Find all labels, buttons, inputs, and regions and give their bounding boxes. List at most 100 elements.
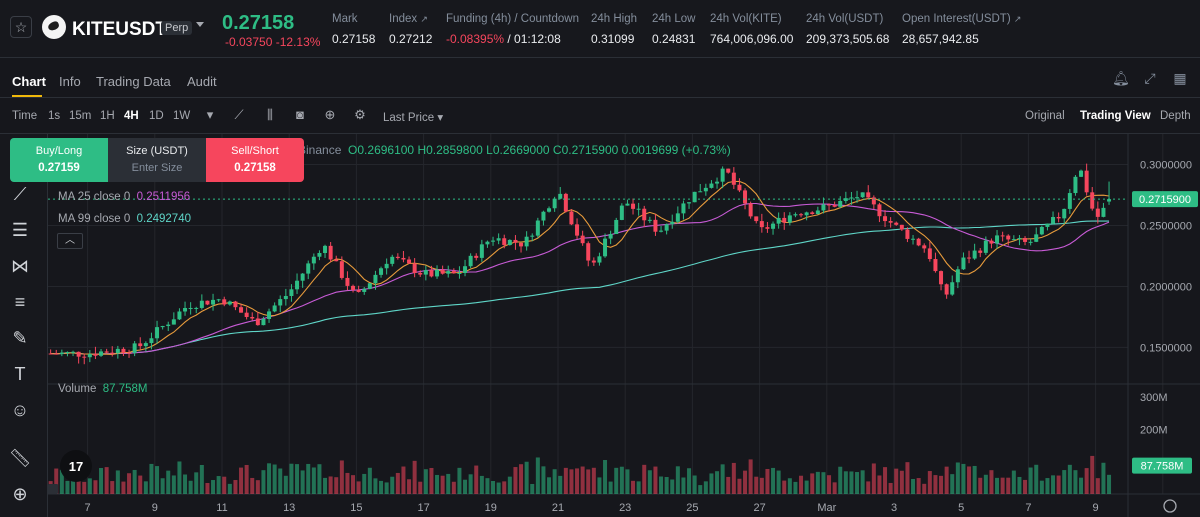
alert-bell-icon[interactable]: 🔔︎ — [1112, 70, 1130, 86]
candle-body — [474, 255, 479, 258]
volume-bar — [1107, 474, 1112, 494]
stat-24h-low: 24h Low 0.24831 — [652, 13, 696, 46]
date-axis-label: 9 — [1093, 502, 1099, 514]
view-original[interactable]: Original — [1025, 110, 1065, 122]
trend-line-tool-icon[interactable]: ⟋ — [8, 182, 32, 206]
candle-type-icon[interactable]: ⫼ — [263, 108, 277, 122]
ruler-tool-icon[interactable]: 📏︎ — [8, 446, 32, 470]
candle-body — [569, 211, 574, 225]
volume-bar — [188, 480, 193, 494]
candle-body — [838, 200, 843, 207]
candle-body — [849, 197, 854, 199]
interval-1h[interactable]: 1H — [100, 110, 115, 122]
candle-body — [367, 283, 372, 289]
buy-long-button[interactable]: Buy/Long 0.27159 — [10, 138, 108, 182]
candle-body — [115, 348, 120, 354]
tab-info[interactable]: Info — [59, 74, 81, 89]
camera-icon[interactable]: ◙ — [293, 108, 307, 122]
collapse-legend-chevron-icon[interactable]: ︿ — [57, 233, 83, 249]
stat-mark: Mark 0.27158 — [332, 13, 376, 46]
volume-bar — [440, 475, 445, 494]
volume-bar — [1051, 475, 1056, 494]
stat-open-interest[interactable]: Open Interest(USDT) ↗ 28,657,942.85 — [902, 13, 1021, 46]
interval-1s[interactable]: 1s — [48, 110, 60, 122]
volume-bar — [586, 469, 591, 494]
text-tool-icon[interactable]: T — [8, 362, 32, 386]
candle-body — [955, 269, 960, 283]
volume-bar — [407, 479, 412, 494]
volume-bar — [967, 466, 972, 494]
date-axis-label: 17 — [417, 502, 429, 514]
volume-bar — [457, 467, 462, 494]
interval-4h[interactable]: 4H — [124, 110, 139, 122]
favorite-star-icon[interactable]: ☆ — [10, 16, 32, 38]
view-trading-view[interactable]: Trading View — [1080, 110, 1151, 122]
candle-body — [188, 307, 193, 309]
volume-bar — [810, 473, 815, 494]
candle-body — [261, 318, 266, 326]
brush-tool-icon[interactable]: ✎ — [8, 326, 32, 350]
view-depth[interactable]: Depth — [1160, 110, 1191, 122]
tab-audit[interactable]: Audit — [187, 74, 217, 89]
candle-body — [446, 271, 451, 274]
candle-body — [558, 193, 563, 199]
settings-gear-icon[interactable]: ⚙ — [353, 108, 367, 122]
volume-bar — [507, 476, 512, 494]
size-input[interactable]: Size (USDT) Enter Size — [108, 138, 206, 182]
fullscreen-icon[interactable]: ⤢ — [1142, 70, 1158, 86]
tab-trading-data[interactable]: Trading Data — [96, 74, 171, 89]
volume-bar — [87, 478, 92, 494]
interval-dropdown-chevron-icon[interactable]: ▾ — [203, 108, 217, 122]
quick-order-panel: Buy/Long 0.27159 Size (USDT) Enter Size Se… — [10, 138, 304, 182]
volume-bar — [922, 483, 927, 494]
volume-bar — [295, 464, 300, 494]
candle-body — [227, 301, 232, 305]
volume-bar — [1056, 475, 1061, 494]
price-type-select[interactable]: Last Price ▾ — [383, 110, 443, 124]
volume-bar — [110, 481, 115, 494]
candle-body — [636, 208, 641, 210]
volume-bar — [1073, 470, 1078, 494]
fib-tool-icon[interactable]: ≡ — [8, 290, 32, 314]
volume-bar — [1017, 476, 1022, 494]
volume-bar — [838, 466, 843, 494]
candle-body — [927, 248, 932, 260]
candle-body — [748, 203, 753, 217]
stat-index[interactable]: Index ↗ 0.27212 — [389, 13, 432, 46]
date-axis-label: 19 — [485, 502, 497, 514]
sell-short-button[interactable]: Sell/Short 0.27158 — [206, 138, 304, 182]
volume-bar — [93, 480, 98, 494]
emoji-tool-icon[interactable]: ☺ — [8, 398, 32, 422]
volume-bar — [860, 470, 865, 494]
pattern-tool-icon[interactable]: ⋈ — [8, 254, 32, 278]
interval-1w[interactable]: 1W — [173, 110, 190, 122]
volume-bar — [143, 481, 148, 494]
grid-layout-icon[interactable]: ▦ — [1172, 70, 1188, 86]
add-indicator-icon[interactable]: ⊕ — [323, 108, 337, 122]
indicator-line-icon[interactable]: ⟋ — [232, 108, 246, 122]
candle-body — [468, 255, 473, 267]
volume-bar — [983, 474, 988, 494]
horizontal-lines-tool-icon[interactable]: ☰ — [8, 218, 32, 242]
interval-15m[interactable]: 15m — [69, 110, 91, 122]
tab-chart[interactable]: Chart — [12, 74, 46, 89]
volume-bar — [1090, 455, 1095, 494]
candle-body — [222, 299, 227, 305]
candle-body — [653, 219, 658, 232]
candle-body — [373, 274, 378, 284]
volume-bar — [821, 472, 826, 494]
candle-body — [317, 253, 322, 257]
symbol-name[interactable]: KITEUSDT — [72, 19, 167, 41]
volume-bar — [692, 475, 697, 494]
interval-1d[interactable]: 1D — [149, 110, 164, 122]
candle-body — [351, 285, 356, 290]
volume-bar — [317, 464, 322, 494]
candle-body — [82, 356, 87, 358]
zoom-in-tool-icon[interactable]: ⊕ — [8, 482, 32, 506]
symbol-dropdown-chevron-icon[interactable] — [196, 22, 204, 27]
volume-bar — [323, 477, 328, 494]
volume-bar — [379, 480, 384, 494]
volume-bar — [194, 472, 199, 494]
candlestick-chart[interactable]: 0.3000000 0.2500000 0.2000000 0.1500000 300M… — [48, 134, 1200, 517]
volume-bar — [944, 466, 949, 494]
